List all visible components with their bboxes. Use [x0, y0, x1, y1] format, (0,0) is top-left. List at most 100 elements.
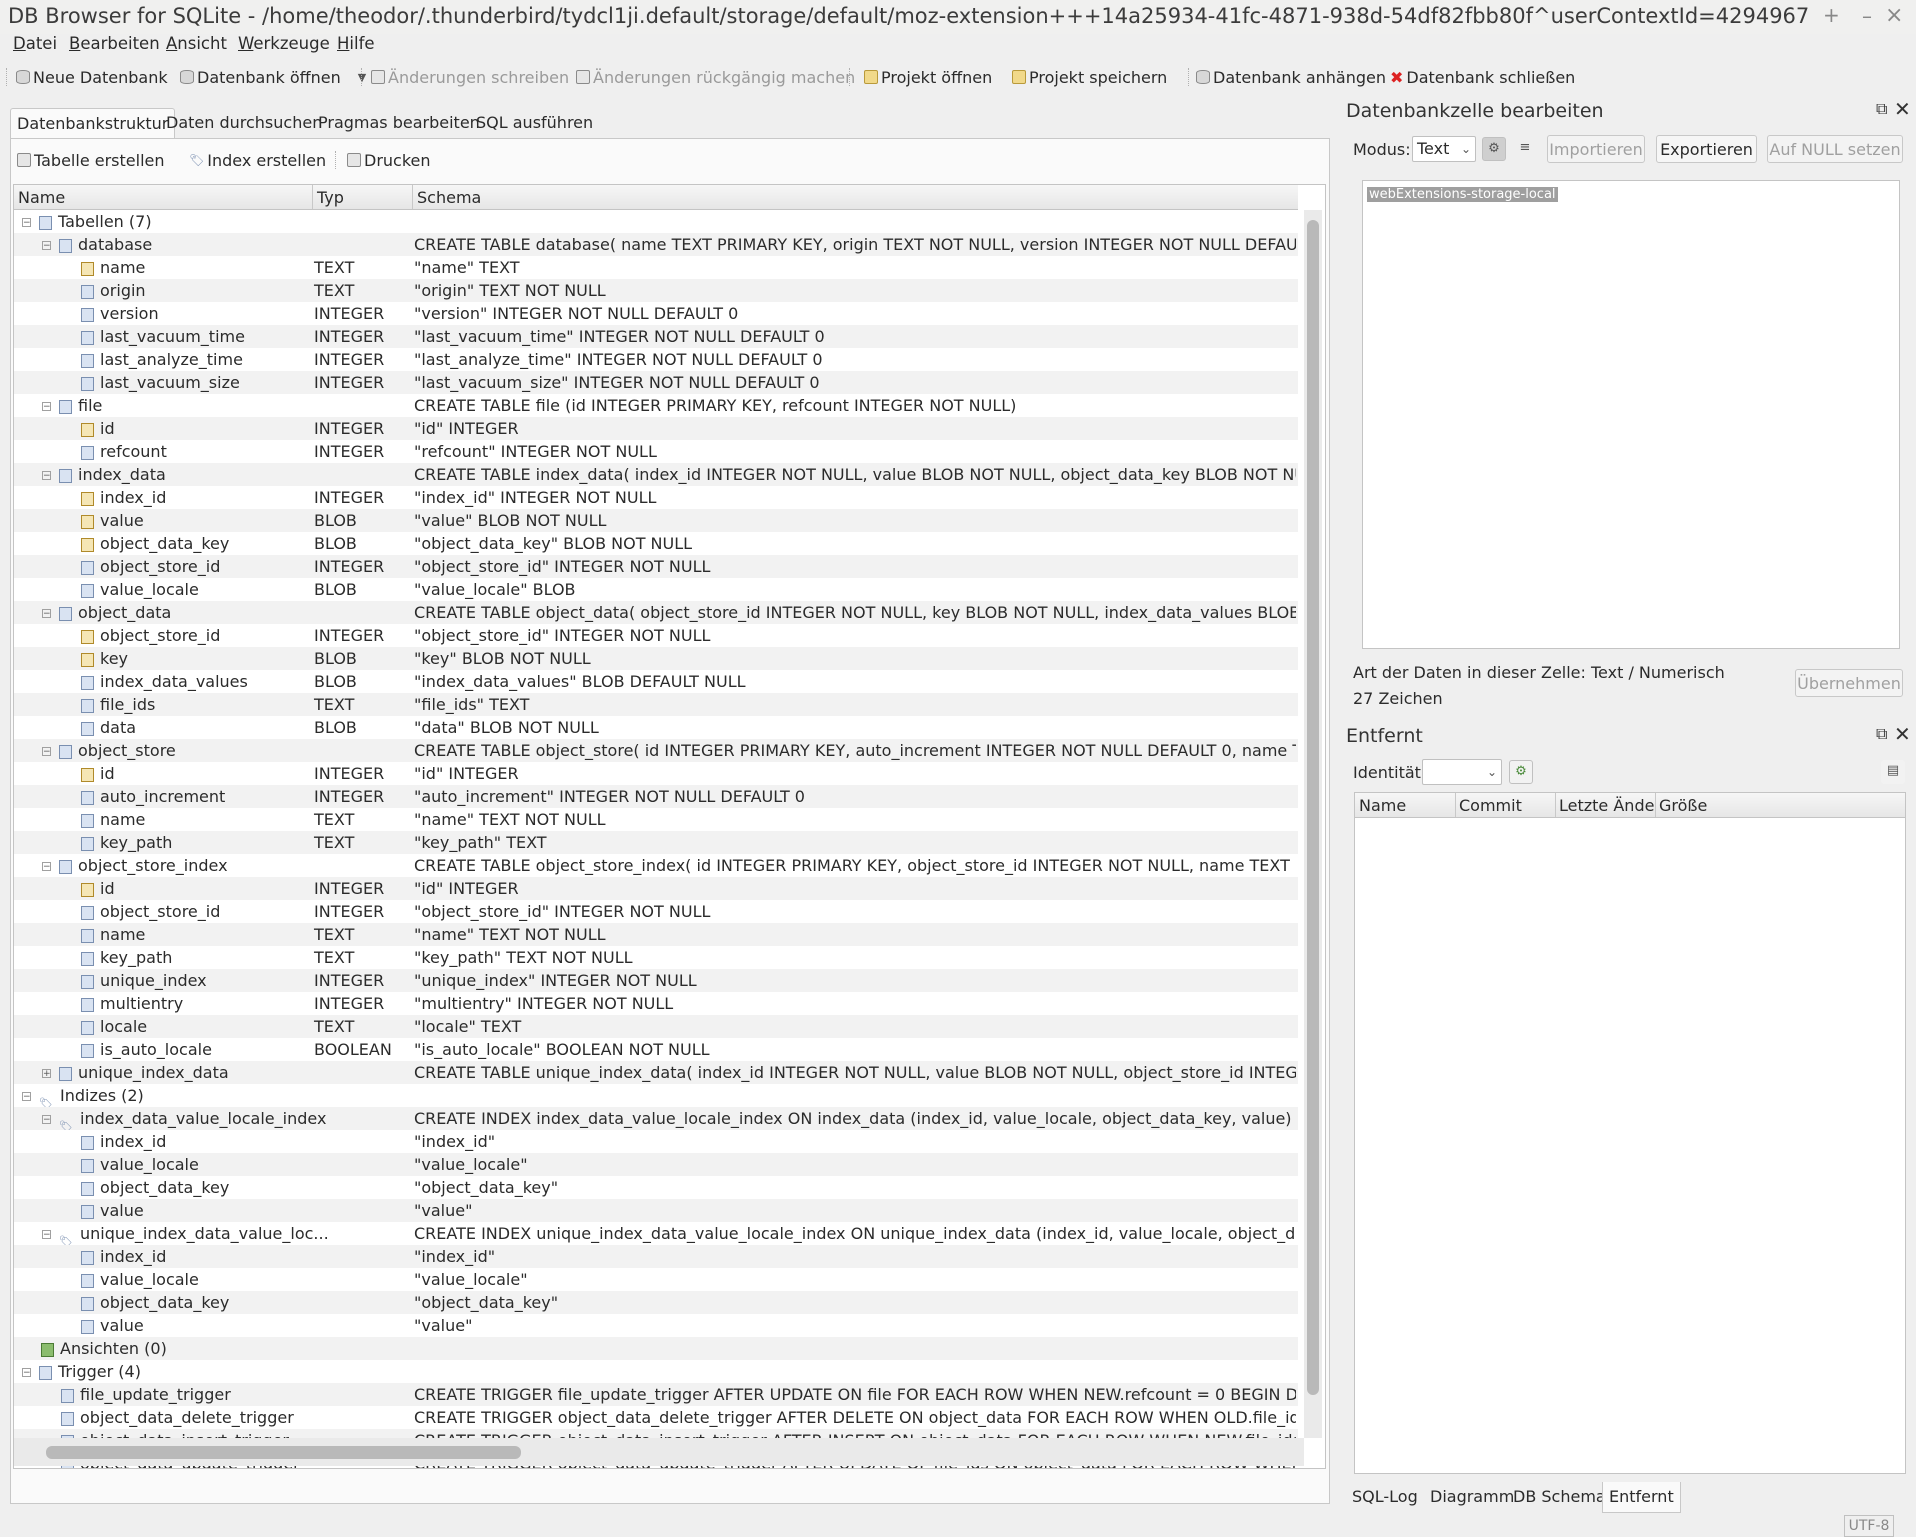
tree-row[interactable]: − index_data CREATE TABLE index_data( inde…: [14, 463, 1298, 486]
menu-hilfe[interactable]: Hilfe: [337, 34, 375, 53]
create-index-button[interactable]: 🏷 Index erstellen: [189, 149, 326, 171]
close-dock-icon[interactable]: ✕: [1894, 97, 1911, 121]
revert-changes-button[interactable]: Änderungen rückgängig machen: [576, 66, 855, 88]
identity-select[interactable]: ⌄: [1422, 759, 1502, 785]
expand-icon[interactable]: +: [42, 1069, 51, 1079]
horizontal-scroll-thumb[interactable]: [46, 1446, 521, 1459]
collapse-icon[interactable]: −: [42, 471, 51, 481]
tree-row[interactable]: + unique_index_data CREATE TABLE unique_in…: [14, 1061, 1298, 1084]
tree-row[interactable]: Ansichten (0): [14, 1337, 1298, 1360]
tree-row[interactable]: object_data_key "object_data_key": [14, 1291, 1298, 1314]
minimize-icon[interactable]: –: [1853, 4, 1881, 28]
cell-editor[interactable]: webExtensions-storage-local: [1362, 180, 1900, 649]
attach-database-button[interactable]: Datenbank anhängen: [1196, 66, 1386, 88]
tree-row[interactable]: key_path TEXT "key_path" TEXT NOT NULL: [14, 946, 1298, 969]
collapse-icon[interactable]: −: [42, 241, 51, 251]
tree-row[interactable]: value_locale BLOB "value_locale" BLOB: [14, 578, 1298, 601]
mode-select[interactable]: Text ⌄: [1412, 136, 1476, 162]
tree-row[interactable]: id INTEGER "id" INTEGER: [14, 762, 1298, 785]
schema-tree[interactable]: Name Typ Schema − Tabellen (7) − database CR…: [13, 184, 1326, 1469]
column-divider[interactable]: [312, 185, 313, 209]
collapse-icon[interactable]: −: [42, 609, 51, 619]
tree-row[interactable]: object_store_id INTEGER "object_store_id" …: [14, 624, 1298, 647]
close-icon[interactable]: ×: [1885, 3, 1903, 28]
create-table-button[interactable]: Tabelle erstellen: [17, 149, 165, 171]
apply-button[interactable]: Übernehmen: [1795, 669, 1903, 697]
maximize-icon[interactable]: +: [1823, 3, 1840, 27]
tree-row[interactable]: id INTEGER "id" INTEGER: [14, 417, 1298, 440]
tree-row[interactable]: is_auto_locale BOOLEAN "is_auto_locale" BO…: [14, 1038, 1298, 1061]
tree-row[interactable]: − database CREATE TABLE database( name TEX…: [14, 233, 1298, 256]
tree-row[interactable]: name TEXT "name" TEXT NOT NULL: [14, 923, 1298, 946]
collapse-icon[interactable]: −: [42, 862, 51, 872]
vertical-scrollbar[interactable]: [1304, 210, 1322, 1438]
tree-row[interactable]: value "value": [14, 1314, 1298, 1337]
collapse-icon[interactable]: −: [22, 218, 31, 228]
set-null-button[interactable]: Auf NULL setzen: [1767, 135, 1903, 163]
close-dock-icon[interactable]: ✕: [1894, 722, 1911, 746]
collapse-icon[interactable]: −: [22, 1368, 31, 1378]
tab-execute-sql[interactable]: SQL ausführen: [470, 108, 599, 138]
tree-row[interactable]: data BLOB "data" BLOB NOT NULL: [14, 716, 1298, 739]
tree-row[interactable]: key_path TEXT "key_path" TEXT: [14, 831, 1298, 854]
tree-row[interactable]: index_id INTEGER "index_id" INTEGER NOT NU…: [14, 486, 1298, 509]
cell-editor-content[interactable]: webExtensions-storage-local: [1367, 187, 1558, 202]
tab-remote[interactable]: Entfernt: [1602, 1482, 1681, 1513]
tree-row[interactable]: name TEXT "name" TEXT NOT NULL: [14, 808, 1298, 831]
tree-row[interactable]: refcount INTEGER "refcount" INTEGER NOT NU…: [14, 440, 1298, 463]
collapse-icon[interactable]: −: [42, 1230, 51, 1240]
open-database-button[interactable]: Datenbank öffnen ▼: [180, 66, 366, 88]
tab-browse-data[interactable]: Daten durchsuchen: [160, 108, 328, 138]
column-header-size[interactable]: Größe: [1659, 796, 1749, 815]
tree-row[interactable]: object_store_id INTEGER "object_store_id" …: [14, 555, 1298, 578]
collapse-icon[interactable]: −: [42, 747, 51, 757]
tree-row[interactable]: last_analyze_time INTEGER "last_analyze_ti…: [14, 348, 1298, 371]
column-header-schema[interactable]: Schema: [417, 188, 481, 207]
tree-row[interactable]: multientry INTEGER "multientry" INTEGER NO…: [14, 992, 1298, 1015]
tree-row[interactable]: last_vacuum_size INTEGER "last_vacuum_size…: [14, 371, 1298, 394]
column-divider[interactable]: [412, 185, 413, 209]
collapse-icon[interactable]: −: [42, 402, 51, 412]
tab-db-schema[interactable]: DB Schema: [1507, 1482, 1612, 1512]
column-divider[interactable]: [1655, 793, 1656, 817]
tree-row[interactable]: − unique_index_data_value_loc... CREATE IN…: [14, 1222, 1298, 1245]
vertical-scroll-thumb[interactable]: [1307, 220, 1319, 1395]
tree-row[interactable]: value BLOB "value" BLOB NOT NULL: [14, 509, 1298, 532]
tab-diagram[interactable]: Diagramm: [1424, 1482, 1520, 1512]
open-project-button[interactable]: Projekt öffnen: [864, 66, 992, 88]
tab-sql-log[interactable]: SQL-Log: [1346, 1482, 1424, 1512]
column-header-name[interactable]: Name: [18, 188, 65, 207]
menu-ansicht[interactable]: Ansicht: [166, 34, 227, 53]
tree-row[interactable]: key BLOB "key" BLOB NOT NULL: [14, 647, 1298, 670]
tree-row[interactable]: version INTEGER "version" INTEGER NOT NULL…: [14, 302, 1298, 325]
tree-row[interactable]: index_id "index_id": [14, 1130, 1298, 1153]
remote-table[interactable]: Name Commit Letzte Änder Größe: [1354, 792, 1906, 1474]
tree-row[interactable]: auto_increment INTEGER "auto_increment" IN…: [14, 785, 1298, 808]
tree-row[interactable]: object_data_key "object_data_key": [14, 1176, 1298, 1199]
menu-werkzeuge[interactable]: Werkzeuge: [238, 34, 330, 53]
tree-row[interactable]: − index_data_value_locale_index CREATE IND…: [14, 1107, 1298, 1130]
tree-row[interactable]: file_update_trigger CREATE TRIGGER file_u…: [14, 1383, 1298, 1406]
configure-identity-icon[interactable]: ⚙: [1509, 760, 1533, 784]
tree-row[interactable]: index_data_values BLOB "index_data_values"…: [14, 670, 1298, 693]
print-button[interactable]: Drucken: [347, 149, 431, 171]
column-divider[interactable]: [1555, 793, 1556, 817]
tree-row[interactable]: value_locale "value_locale": [14, 1153, 1298, 1176]
tree-row[interactable]: − file CREATE TABLE file (id INTEGER PRIMA…: [14, 394, 1298, 417]
horizontal-scrollbar[interactable]: [14, 1438, 1304, 1466]
tree-row[interactable]: unique_index INTEGER "unique_index" INTEGE…: [14, 969, 1298, 992]
word-wrap-icon[interactable]: ≡: [1513, 137, 1537, 161]
tree-row[interactable]: object_data_delete_trigger CREATE TRIGGER…: [14, 1406, 1298, 1429]
column-divider[interactable]: [1455, 793, 1456, 817]
save-project-button[interactable]: Projekt speichern: [1012, 66, 1167, 88]
close-database-button[interactable]: ✖ Datenbank schließen: [1390, 66, 1575, 88]
tree-row[interactable]: last_vacuum_time INTEGER "last_vacuum_time…: [14, 325, 1298, 348]
menu-datei[interactable]: Datei: [13, 34, 57, 53]
tree-row[interactable]: file_ids TEXT "file_ids" TEXT: [14, 693, 1298, 716]
float-dock-icon[interactable]: ⧉: [1876, 724, 1887, 744]
tree-row[interactable]: − object_store CREATE TABLE object_store( …: [14, 739, 1298, 762]
tree-row[interactable]: id INTEGER "id" INTEGER: [14, 877, 1298, 900]
tree-row[interactable]: locale TEXT "locale" TEXT: [14, 1015, 1298, 1038]
tree-row[interactable]: object_data_key BLOB "object_data_key" BLO…: [14, 532, 1298, 555]
tab-edit-pragmas[interactable]: Pragmas bearbeiten: [312, 108, 486, 138]
